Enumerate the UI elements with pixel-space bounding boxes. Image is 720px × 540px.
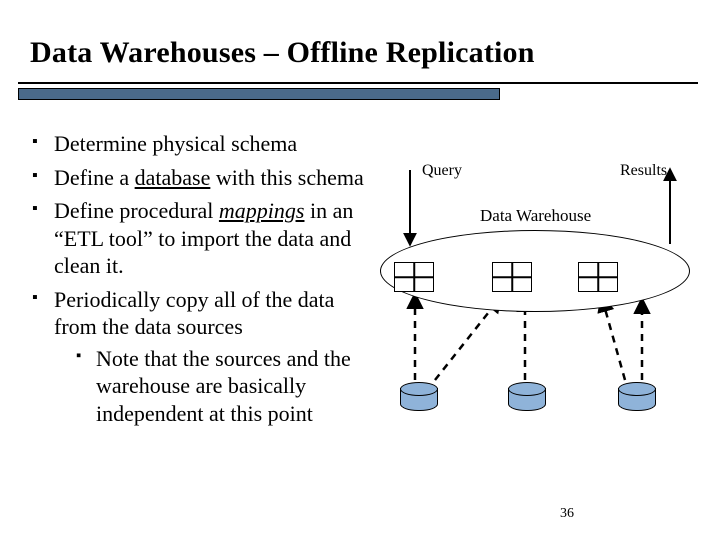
warehouse-label: Data Warehouse (480, 206, 591, 226)
slide: Data Warehouses – Offline Replication De… (0, 0, 720, 540)
title-rule (18, 82, 698, 84)
slide-title: Data Warehouses – Offline Replication (30, 36, 700, 70)
warehouse-table-icon (578, 262, 618, 292)
query-label: Query (422, 162, 462, 180)
diagram-svg (380, 150, 700, 510)
diagram: Query Results Data Warehouse (380, 150, 700, 510)
bullet-body: Determine physical schema Define a databa… (32, 130, 372, 433)
bullet-item: Periodically copy all of the data from t… (32, 286, 372, 428)
bullet-item: Define a database with this schema (32, 164, 372, 192)
results-label: Results (620, 162, 667, 180)
warehouse-table-icon (492, 262, 532, 292)
sub-bullet-item: Note that the sources and the warehouse … (76, 345, 372, 428)
title-band (18, 88, 500, 100)
bullet-item: Determine physical schema (32, 130, 372, 158)
source-db-icon (508, 382, 544, 412)
warehouse-table-icon (394, 262, 434, 292)
bullet-list: Determine physical schema Define a databa… (32, 130, 372, 427)
bullet-item: Define procedural mappings in an “ETL to… (32, 197, 372, 280)
source-db-icon (400, 382, 436, 412)
page-number: 36 (560, 506, 574, 522)
source-db-icon (618, 382, 654, 412)
